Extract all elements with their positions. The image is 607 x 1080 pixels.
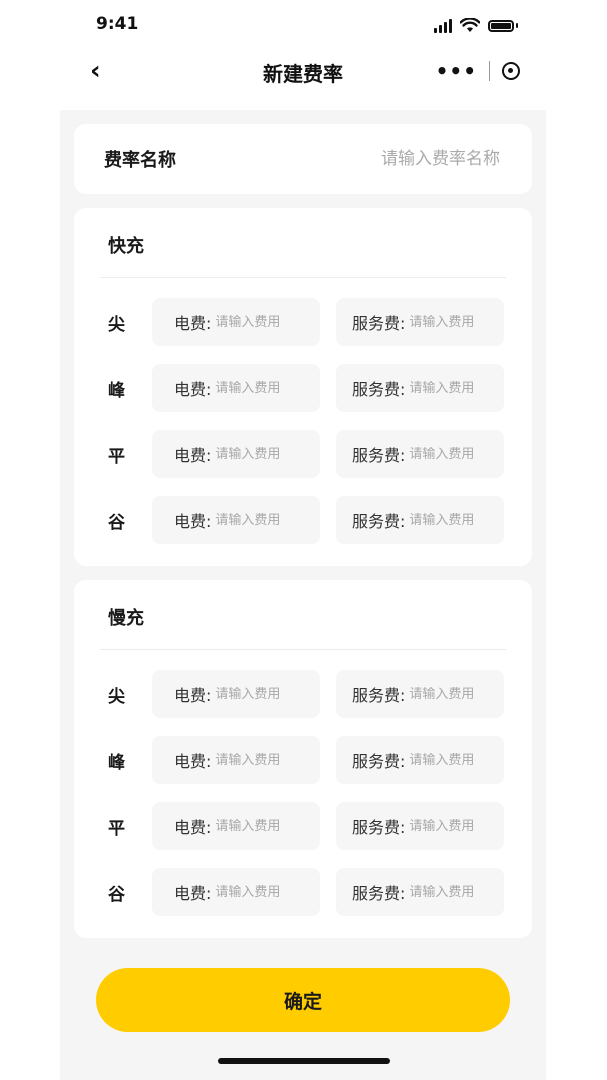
electricity-fee-label: 电费: <box>174 512 212 531</box>
mini-program-capsule: ••• <box>436 58 520 84</box>
service-fee-field[interactable]: 服务费: <box>336 496 504 544</box>
service-fee-input[interactable] <box>405 884 504 900</box>
fast-row-peak: 峰 电费: 服务费: <box>74 364 532 412</box>
service-fee-label: 服务费: <box>352 512 406 531</box>
service-fee-label: 服务费: <box>352 884 406 903</box>
service-fee-input[interactable] <box>405 446 504 462</box>
more-icon[interactable]: ••• <box>436 61 477 81</box>
service-fee-field[interactable]: 服务费: <box>336 430 504 478</box>
electricity-fee-input[interactable] <box>211 380 320 396</box>
fast-row-flat: 平 电费: 服务费: <box>74 430 532 478</box>
electricity-fee-input[interactable] <box>211 818 320 834</box>
period-label: 尖 <box>108 315 125 335</box>
service-fee-field[interactable]: 服务费: <box>336 670 504 718</box>
electricity-fee-field[interactable]: 电费: <box>152 298 320 346</box>
electricity-fee-field[interactable]: 电费: <box>152 736 320 784</box>
battery-tip <box>516 23 518 28</box>
fast-row-peak-sharp: 尖 电费: 服务费: <box>74 298 532 346</box>
electricity-fee-input[interactable] <box>211 686 320 702</box>
service-fee-field[interactable]: 服务费: <box>336 736 504 784</box>
rate-name-label: 费率名称 <box>104 150 176 171</box>
status-icons <box>434 18 518 33</box>
service-fee-input[interactable] <box>405 818 504 834</box>
electricity-fee-label: 电费: <box>174 884 212 903</box>
slow-row-peak-sharp: 尖 电费: 服务费: <box>74 670 532 718</box>
home-indicator <box>218 1058 390 1064</box>
period-label: 峰 <box>108 753 125 773</box>
electricity-fee-field[interactable]: 电费: <box>152 430 320 478</box>
electricity-fee-label: 电费: <box>174 446 212 465</box>
service-fee-input[interactable] <box>405 752 504 768</box>
confirm-button[interactable]: 确定 <box>96 968 510 1032</box>
service-fee-input[interactable] <box>405 380 504 396</box>
slow-row-peak: 峰 电费: 服务费: <box>74 736 532 784</box>
electricity-fee-field[interactable]: 电费: <box>152 868 320 916</box>
service-fee-input[interactable] <box>405 314 504 330</box>
period-label: 峰 <box>108 381 125 401</box>
service-fee-input[interactable] <box>405 686 504 702</box>
period-label: 谷 <box>108 885 125 905</box>
service-fee-label: 服务费: <box>352 314 406 333</box>
top-bar: 9:41 ‹ 新建费率 ••• <box>60 0 546 110</box>
service-fee-field[interactable]: 服务费: <box>336 364 504 412</box>
capsule-divider <box>489 61 490 81</box>
slow-row-valley: 谷 电费: 服务费: <box>74 868 532 916</box>
electricity-fee-label: 电费: <box>174 686 212 705</box>
slow-charge-title: 慢充 <box>108 608 144 629</box>
fast-row-valley: 谷 电费: 服务费: <box>74 496 532 544</box>
service-fee-label: 服务费: <box>352 818 406 837</box>
period-label: 谷 <box>108 513 125 533</box>
service-fee-field[interactable]: 服务费: <box>336 298 504 346</box>
status-time: 9:41 <box>96 14 139 34</box>
electricity-fee-input[interactable] <box>211 752 320 768</box>
electricity-fee-label: 电费: <box>174 818 212 837</box>
electricity-fee-field[interactable]: 电费: <box>152 802 320 850</box>
fast-charge-card: 快充 尖 电费: 服务费: 峰 电费: 服务费: <box>74 208 532 566</box>
electricity-fee-label: 电费: <box>174 314 212 333</box>
period-label: 平 <box>108 819 125 839</box>
service-fee-label: 服务费: <box>352 380 406 399</box>
electricity-fee-label: 电费: <box>174 752 212 771</box>
service-fee-field[interactable]: 服务费: <box>336 868 504 916</box>
phone-screen: 9:41 ‹ 新建费率 ••• 费率名称 快充 尖 <box>60 0 546 1080</box>
period-label: 平 <box>108 447 125 467</box>
electricity-fee-input[interactable] <box>211 512 320 528</box>
slow-row-flat: 平 电费: 服务费: <box>74 802 532 850</box>
electricity-fee-field[interactable]: 电费: <box>152 670 320 718</box>
service-fee-label: 服务费: <box>352 686 406 705</box>
section-divider <box>100 277 506 278</box>
close-miniprogram-icon[interactable] <box>502 62 520 80</box>
service-fee-label: 服务费: <box>352 446 406 465</box>
battery-icon <box>488 19 514 32</box>
wifi-icon <box>460 18 480 32</box>
electricity-fee-input[interactable] <box>211 314 320 330</box>
electricity-fee-input[interactable] <box>211 446 320 462</box>
section-divider <box>100 649 506 650</box>
rate-name-input[interactable] <box>278 148 502 170</box>
service-fee-field[interactable]: 服务费: <box>336 802 504 850</box>
service-fee-label: 服务费: <box>352 752 406 771</box>
electricity-fee-field[interactable]: 电费: <box>152 364 320 412</box>
electricity-fee-field[interactable]: 电费: <box>152 496 320 544</box>
electricity-fee-label: 电费: <box>174 380 212 399</box>
signal-icon <box>434 18 452 33</box>
slow-charge-card: 慢充 尖 电费: 服务费: 峰 电费: 服务费: <box>74 580 532 938</box>
electricity-fee-input[interactable] <box>211 884 320 900</box>
period-label: 尖 <box>108 687 125 707</box>
rate-name-card: 费率名称 <box>74 124 532 194</box>
service-fee-input[interactable] <box>405 512 504 528</box>
fast-charge-title: 快充 <box>108 236 144 257</box>
